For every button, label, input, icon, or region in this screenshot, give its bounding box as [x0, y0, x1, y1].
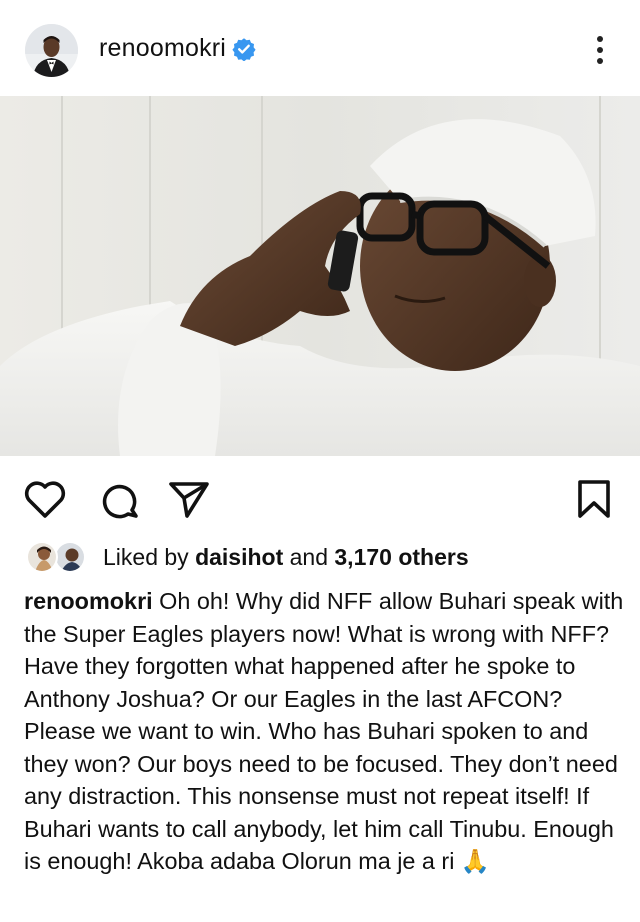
comment-icon[interactable] [96, 476, 142, 522]
likes-others[interactable]: 3,170 others [334, 544, 468, 570]
post-username[interactable]: renoomokri [99, 34, 226, 63]
liker-username[interactable]: daisihot [195, 544, 283, 570]
likes-summary[interactable]: Liked by daisihot and 3,170 others [103, 544, 469, 571]
post-caption: renoomokri Oh oh! Why did NFF allow Buha… [24, 585, 624, 878]
send-icon[interactable] [166, 476, 212, 522]
caption-username[interactable]: renoomokri [24, 588, 153, 614]
profile-avatar[interactable] [25, 24, 78, 77]
liker-avatar[interactable] [26, 541, 58, 573]
heart-icon[interactable] [22, 476, 68, 522]
likes-row: Liked by daisihot and 3,170 others [0, 538, 640, 578]
post-image[interactable] [0, 96, 640, 456]
liker-avatar[interactable] [54, 541, 86, 573]
likes-prefix: Liked by [103, 544, 189, 570]
post-actions [0, 456, 640, 540]
pray-emoji: 🙏 [460, 848, 491, 874]
caption-text: Oh oh! Why did NFF allow Buhari speak wi… [24, 588, 624, 874]
post-header: renoomokri [0, 0, 640, 96]
more-vertical-icon[interactable] [588, 30, 612, 70]
likes-and: and [289, 544, 328, 570]
bookmark-icon[interactable] [571, 476, 617, 522]
verified-badge-icon [232, 38, 256, 61]
